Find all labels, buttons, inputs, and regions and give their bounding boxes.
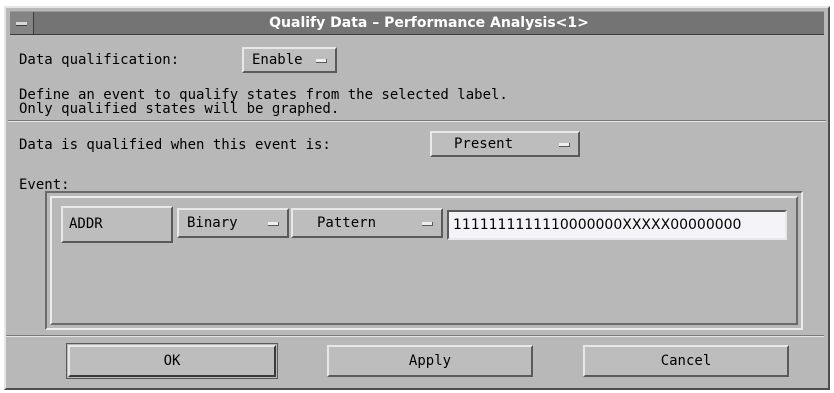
separator (8, 120, 826, 122)
option-menu-indicator-icon (268, 222, 279, 226)
number-base-select[interactable]: Binary (177, 208, 289, 238)
event-condition-value: Present (454, 136, 514, 152)
action-separator (6, 335, 824, 337)
data-qualification-label: Data qualification: (19, 52, 180, 68)
data-qualification-value: Enable (252, 52, 303, 68)
ok-button[interactable]: OK (66, 343, 278, 379)
pattern-input[interactable]: 1111111111110000000XXXXX00000000 (447, 210, 787, 240)
event-label-button[interactable]: ADDR (61, 206, 173, 243)
window-title: Qualify Data – Performance Analysis<1> (269, 15, 589, 31)
number-base-value: Binary (187, 215, 238, 231)
option-menu-indicator-icon (422, 222, 433, 226)
cancel-button[interactable]: Cancel (583, 345, 789, 377)
option-menu-indicator-icon (316, 59, 327, 63)
event-mode-value: Pattern (317, 215, 377, 231)
event-condition-select[interactable]: Present (430, 131, 580, 157)
event-condition-label: Data is qualified when this event is: (19, 137, 331, 153)
apply-button[interactable]: Apply (327, 345, 533, 377)
window-menu-button[interactable] (10, 12, 34, 34)
event-mode-select[interactable]: Pattern (291, 208, 443, 238)
description-line-2: Only qualified states will be graphed. (19, 101, 340, 117)
title-bar[interactable]: Qualify Data – Performance Analysis<1> (10, 11, 824, 35)
window-menu-icon (16, 22, 27, 26)
data-qualification-select[interactable]: Enable (242, 47, 337, 73)
option-menu-indicator-icon (559, 143, 570, 147)
